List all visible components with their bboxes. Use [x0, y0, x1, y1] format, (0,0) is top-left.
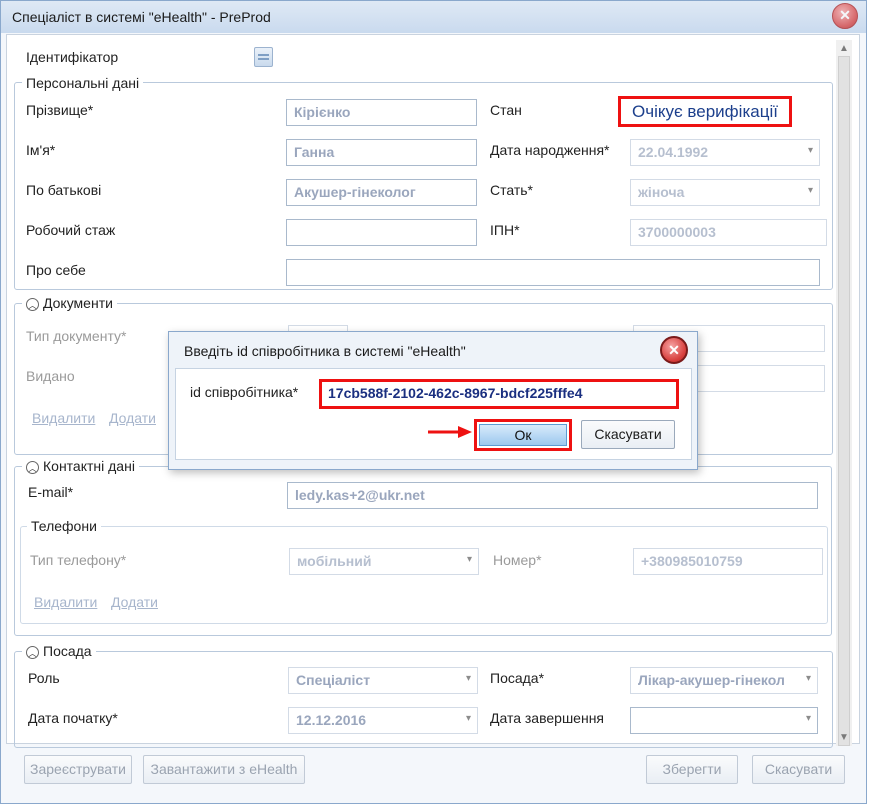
phones-delete-link[interactable]: Видалити [34, 594, 97, 610]
state-label: Стан [490, 102, 522, 118]
card-icon[interactable] [254, 47, 273, 67]
dialog-cancel-button[interactable]: Скасувати [581, 420, 675, 449]
surname-label: Прізвище* [26, 102, 94, 118]
phones-legend: Телефони [27, 518, 101, 534]
identifier-label: Ідентифікатор [26, 49, 119, 65]
phone-type-select[interactable]: мобільний [289, 548, 479, 575]
birth-date-picker[interactable]: 22.04.1992 [630, 139, 820, 166]
phone-number-label: Номер* [493, 552, 542, 568]
about-field[interactable] [286, 259, 820, 286]
scroll-up-icon[interactable]: ▲ [836, 42, 852, 56]
ipn-field[interactable]: 3700000003 [630, 219, 827, 246]
name-field[interactable]: Ганна [286, 139, 477, 166]
phone-type-label: Тип телефону* [30, 552, 127, 568]
window-title: Спеціаліст в системі "eHealth" - PreProd [12, 9, 271, 25]
surname-field[interactable]: Кірієнко [286, 99, 477, 126]
end-date-picker[interactable] [630, 707, 818, 734]
collapse-icon[interactable]: ︿ [26, 297, 39, 311]
save-button[interactable]: Зберегти [646, 755, 738, 784]
role-select[interactable]: Спеціаліст [288, 667, 478, 694]
role-label: Роль [28, 670, 60, 686]
doc-type-label: Тип документу* [26, 328, 127, 344]
arrow-icon [428, 426, 472, 438]
start-date-picker[interactable]: 12.12.2016 [288, 707, 478, 734]
employee-id-input[interactable]: 17cb588f-2102-462c-8967-bdcf225fffe4 [319, 379, 679, 409]
gender-label: Стать* [490, 182, 533, 198]
email-field[interactable]: ledy.kas+2@ukr.net [287, 482, 818, 509]
patronymic-field[interactable]: Акушер-гінеколог [286, 179, 477, 206]
collapse-icon[interactable]: ︿ [26, 645, 39, 659]
issued-label: Видано [26, 368, 75, 384]
phone-number-field[interactable]: +380985010759 [633, 548, 823, 575]
dialog-title: Введіть id співробітника в системі "eHea… [184, 343, 466, 359]
close-icon: ✕ [668, 342, 680, 358]
name-label: Ім'я* [26, 142, 56, 158]
documents-add-link[interactable]: Додати [109, 410, 156, 426]
documents-legend[interactable]: ︿ Документи [22, 295, 117, 311]
birth-date-label: Дата народження* [490, 142, 610, 158]
load-ehealth-button[interactable]: Завантажити з eHealth [143, 755, 305, 784]
cancel-button[interactable]: Скасувати [752, 755, 845, 784]
dialog-close-button[interactable]: ✕ [660, 336, 688, 364]
start-date-label: Дата початку* [28, 710, 118, 726]
post-select[interactable]: Лікар-акушер-гінекол [630, 667, 818, 694]
documents-delete-link[interactable]: Видалити [32, 410, 95, 426]
experience-field[interactable] [286, 219, 477, 246]
gender-select[interactable]: жіноча [630, 179, 820, 206]
end-date-label: Дата завершення [490, 710, 605, 726]
status-badge: Очікує верифікації [618, 96, 792, 127]
position-legend[interactable]: ︿ Посада [22, 643, 96, 659]
post-label: Посада* [490, 670, 545, 686]
ok-button[interactable]: Ок [474, 419, 572, 451]
ok-button-label: Ок [479, 424, 567, 446]
collapse-icon[interactable]: ︿ [26, 460, 39, 474]
about-label: Про себе [26, 262, 86, 278]
email-label: E-mail* [28, 484, 74, 500]
experience-label: Робочий стаж [26, 222, 116, 238]
position-legend-text: Посада [43, 643, 92, 659]
window-close-button[interactable]: ✕ [832, 3, 858, 29]
contacts-legend[interactable]: ︿ Контактні дані [22, 458, 139, 474]
contacts-legend-text: Контактні дані [43, 458, 135, 474]
patronymic-label: По батькові [26, 182, 102, 198]
documents-legend-text: Документи [43, 295, 113, 311]
register-button[interactable]: Зареєструвати [24, 755, 132, 784]
employee-id-label: id співробітника* [190, 384, 299, 400]
scrollbar-thumb[interactable] [838, 56, 850, 746]
personal-data-legend: Персональні дані [22, 75, 144, 91]
scroll-down-icon[interactable]: ▼ [836, 731, 852, 745]
ipn-label: ІПН* [490, 222, 520, 238]
close-icon: ✕ [839, 7, 851, 23]
phones-add-link[interactable]: Додати [111, 594, 158, 610]
